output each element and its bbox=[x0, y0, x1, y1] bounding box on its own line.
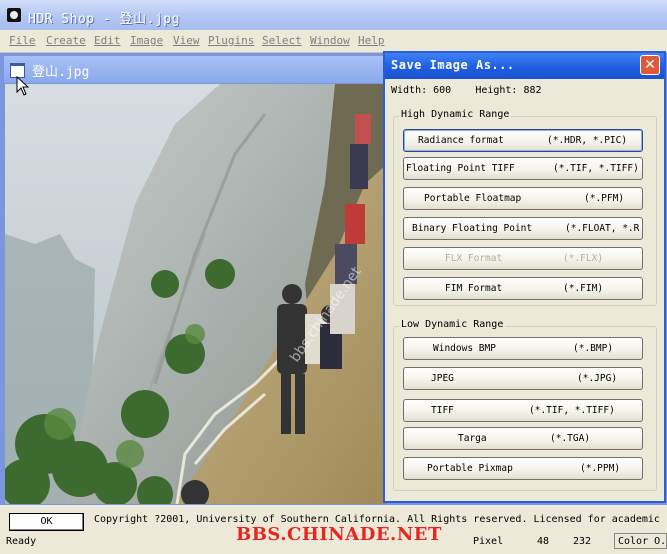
windows-bmp-button[interactable]: Windows BMP (*.BMP) bbox=[403, 337, 643, 360]
targa-button[interactable]: Targa (*.TGA) bbox=[403, 427, 643, 450]
floating-point-tiff-button[interactable]: Floating Point TIFF (*.TIF, *.TIFF) bbox=[403, 157, 643, 180]
format-name: Targa bbox=[458, 433, 487, 444]
high-dynamic-range-label: High Dynamic Range bbox=[399, 109, 512, 120]
mountain-photo: bbs.chinade.net bbox=[5, 84, 387, 504]
menu-help[interactable]: Help bbox=[358, 34, 385, 47]
flx-format-button[interactable]: FLX Format (*.FLX) bbox=[403, 247, 643, 270]
format-name: Portable Floatmap bbox=[424, 193, 522, 204]
format-name: Radiance format bbox=[418, 135, 504, 146]
low-dynamic-range-label: Low Dynamic Range bbox=[399, 319, 506, 330]
site-watermark: BBS.CHINADE.NET bbox=[236, 524, 442, 545]
format-extension: (*.PFM) bbox=[584, 193, 625, 204]
tiff-button[interactable]: TIFF (*.TIF, *.TIFF) bbox=[403, 399, 643, 422]
menu-create[interactable]: Create bbox=[46, 34, 86, 47]
format-name: FIM Format bbox=[445, 283, 503, 294]
height-label: Height: 882 bbox=[475, 85, 542, 96]
format-name: Floating Point TIFF bbox=[406, 163, 515, 174]
jpeg-button[interactable]: JPEG (*.JPG) bbox=[403, 367, 643, 390]
format-extension: (*.TIF, *.TIFF) bbox=[529, 405, 615, 416]
dialog-title: Save Image As... bbox=[391, 58, 515, 72]
format-extension: (*.BMP) bbox=[573, 343, 614, 354]
fim-format-button[interactable]: FIM Format (*.FIM) bbox=[403, 277, 643, 300]
format-name: TIFF bbox=[431, 405, 454, 416]
format-name: Windows BMP bbox=[433, 343, 496, 354]
document-title: 登山.jpg bbox=[32, 65, 90, 80]
status-text: Ready bbox=[6, 536, 37, 547]
format-extension: (*.FLX) bbox=[563, 253, 604, 264]
format-extension: (*.TIF, *.TIFF) bbox=[553, 163, 639, 174]
pixel-label: Pixel bbox=[473, 536, 504, 547]
format-name: Binary Floating Point bbox=[412, 223, 533, 234]
window-title: HDR Shop - 登山.jpg bbox=[28, 12, 180, 27]
width-label: Width: 600 bbox=[391, 85, 452, 96]
mouse-cursor-icon bbox=[16, 76, 30, 96]
format-extension: (*.HDR, *.PIC) bbox=[547, 135, 628, 146]
ok-button[interactable]: OK bbox=[9, 513, 84, 531]
image-canvas[interactable]: bbs.chinade.net bbox=[5, 84, 387, 504]
menu-view[interactable]: View bbox=[173, 34, 200, 47]
radiance-format-button[interactable]: Radiance format (*.HDR, *.PIC) bbox=[403, 129, 643, 152]
menu-bar: File Create Edit Image View Plugins Sele… bbox=[0, 30, 667, 53]
format-name: FLX Format bbox=[445, 253, 503, 264]
close-icon: ✕ bbox=[644, 57, 656, 73]
format-name: JPEG bbox=[431, 373, 454, 384]
menu-plugins[interactable]: Plugins bbox=[208, 34, 254, 47]
format-name: Portable Pixmap bbox=[427, 463, 513, 474]
format-extension: (*.FIM) bbox=[563, 283, 604, 294]
portable-pixmap-button[interactable]: Portable Pixmap (*.PPM) bbox=[403, 457, 643, 480]
color-readout: Color O. bbox=[614, 533, 667, 549]
menu-window[interactable]: Window bbox=[310, 34, 350, 47]
menu-select[interactable]: Select bbox=[262, 34, 302, 47]
format-extension: (*.JPG) bbox=[577, 373, 618, 384]
format-extension: (*.FLOAT, *.R bbox=[565, 223, 640, 234]
menu-file[interactable]: File bbox=[9, 34, 36, 47]
binary-floating-point-button[interactable]: Binary Floating Point (*.FLOAT, *.R bbox=[403, 217, 643, 240]
portable-floatmap-button[interactable]: Portable Floatmap (*.PFM) bbox=[403, 187, 643, 210]
pixel-y-value: 232 bbox=[573, 536, 592, 547]
pixel-x-value: 48 bbox=[537, 536, 550, 547]
image-dimensions: Width: 600 Height: 882 bbox=[391, 85, 542, 96]
format-extension: (*.PPM) bbox=[580, 463, 621, 474]
menu-image[interactable]: Image bbox=[130, 34, 163, 47]
hdr-shop-app-icon[interactable] bbox=[7, 8, 21, 22]
close-button[interactable]: ✕ bbox=[640, 55, 660, 75]
menu-edit[interactable]: Edit bbox=[94, 34, 121, 47]
format-extension: (*.TGA) bbox=[550, 433, 591, 444]
